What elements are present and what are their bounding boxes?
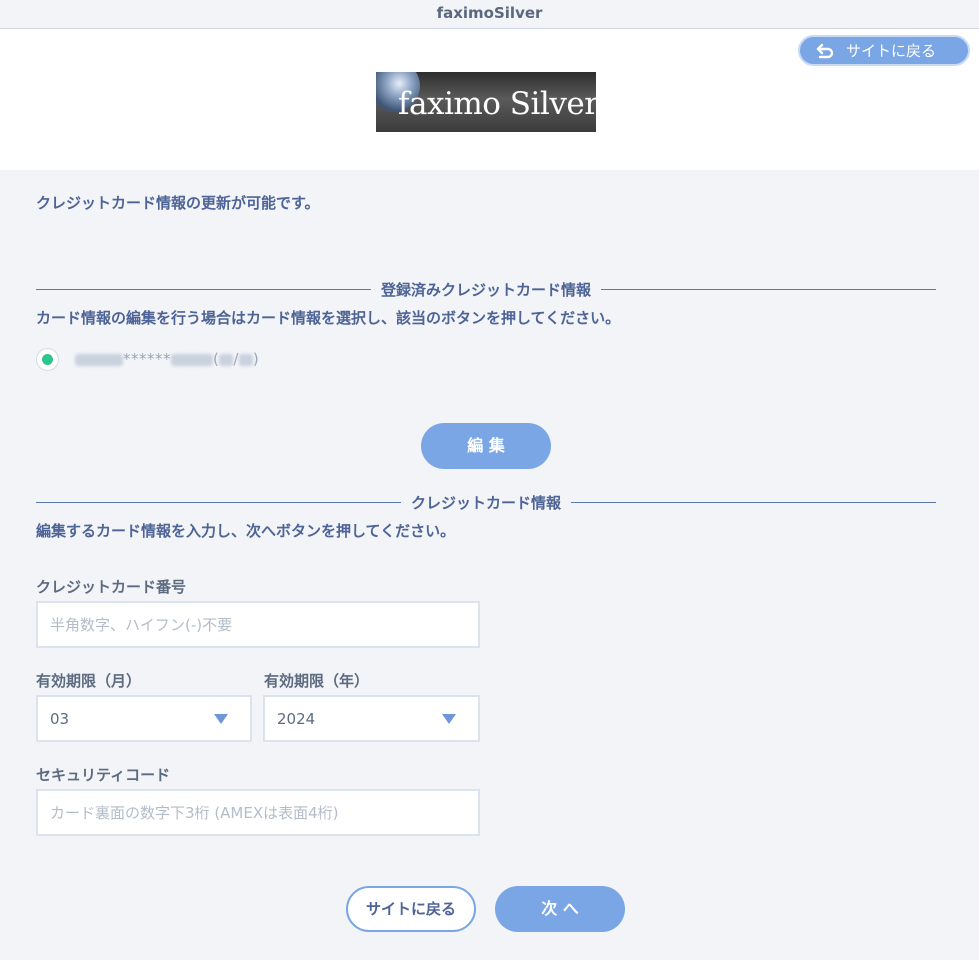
expiry-month-label: 有効期限（月） (36, 672, 142, 690)
expiry-year-value: 2024 (277, 709, 316, 728)
chevron-down-icon (214, 714, 228, 724)
back-to-site-button-top[interactable]: サイトに戻る (798, 35, 970, 66)
window-title: faximoSilver (0, 0, 979, 29)
registered-card-description: カード情報の編集を行う場合はカード情報を選択し、該当のボタンを押してください。 (36, 309, 621, 327)
card-masked-number: ******(/) (75, 350, 259, 368)
expiry-month-select[interactable]: 03 (36, 695, 252, 742)
card-number-input[interactable]: 半角数字、ハイフン(-)不要 (36, 601, 480, 648)
radio-selected-dot (42, 353, 53, 365)
edit-button[interactable]: 編 集 (421, 423, 551, 469)
expiry-year-select[interactable]: 2024 (263, 695, 480, 742)
paren-close: ) (252, 350, 260, 368)
card-number-label: クレジットカード番号 (36, 578, 187, 596)
next-button[interactable]: 次 へ (495, 886, 625, 932)
security-code-input[interactable]: カード裏面の数字下3桁 (AMEXは表面4桁) (36, 789, 480, 836)
expiry-year-label: 有効期限（年） (264, 672, 370, 690)
back-to-site-button[interactable]: サイトに戻る (346, 886, 476, 932)
return-arrow-icon (814, 42, 836, 60)
card-mask: ****** (123, 350, 171, 368)
registered-card-heading: 登録済みクレジットカード情報 (370, 279, 602, 300)
redacted-expiry-year (238, 353, 253, 366)
redacted-card-prefix (75, 353, 123, 366)
faximo-silver-logo: faximo Silver (376, 72, 596, 132)
security-code-label: セキュリティコード (36, 766, 171, 784)
registered-card-section-heading: 登録済みクレジットカード情報 (36, 279, 936, 300)
redacted-expiry-month (219, 353, 234, 366)
back-to-site-label-top: サイトに戻る (846, 42, 937, 60)
card-form-section-heading: クレジットカード情報 (36, 492, 936, 513)
site-header: サイトに戻る faximo Silver (0, 29, 979, 170)
card-form-heading: クレジットカード情報 (400, 492, 572, 513)
card-radio[interactable] (36, 347, 59, 371)
chevron-down-icon (442, 714, 456, 724)
registered-card-option[interactable]: ******(/) (36, 347, 259, 371)
expiry-month-value: 03 (50, 709, 70, 728)
redacted-card-suffix (171, 353, 213, 366)
card-form-description: 編集するカード情報を入力し、次へボタンを押してください。 (36, 522, 456, 540)
intro-text: クレジットカード情報の更新が可能です。 (36, 194, 320, 212)
logo-text: faximo Silver (398, 86, 596, 122)
